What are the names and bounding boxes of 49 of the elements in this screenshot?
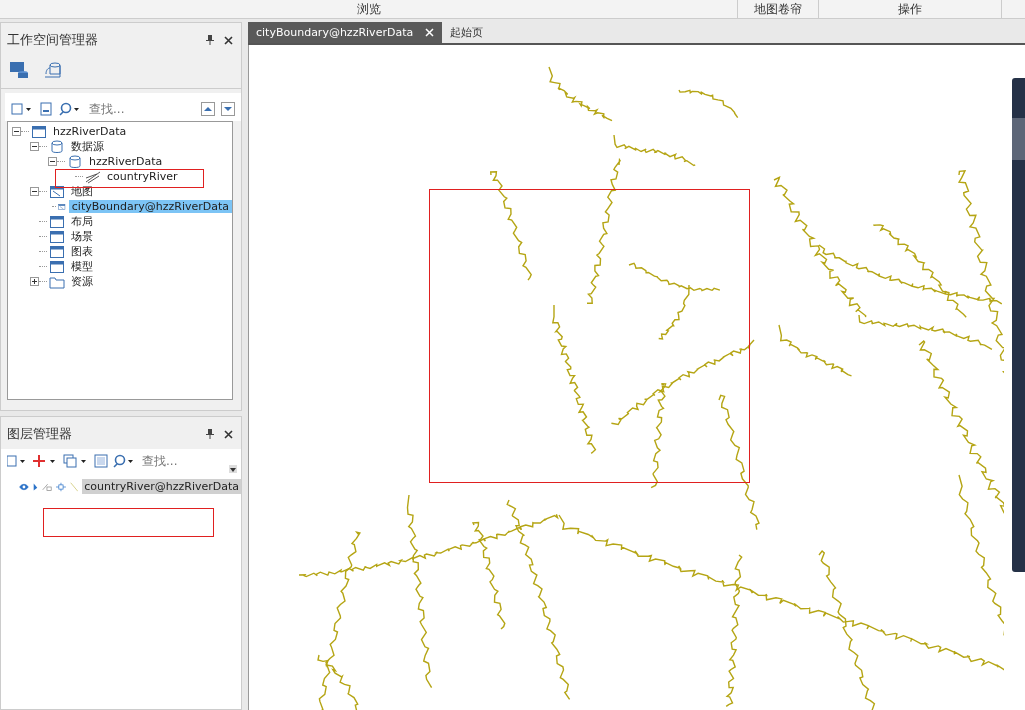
ribbon-group-label: 浏览 [0, 0, 738, 18]
pin-icon[interactable] [206, 429, 214, 439]
add-icon[interactable] [32, 454, 58, 468]
tree-item[interactable]: cityBoundary@hzzRiverData [68, 200, 232, 213]
ribbon-group-label: 地图卷帘 [738, 0, 819, 18]
window-icon [49, 229, 65, 244]
move-down-icon[interactable] [221, 102, 235, 116]
database-tab-icon[interactable] [43, 61, 63, 79]
line-dataset-icon [85, 169, 101, 184]
window-icon [31, 124, 47, 139]
search-icon[interactable] [113, 454, 135, 468]
scroll-down-icon[interactable] [229, 465, 237, 473]
layer-item[interactable]: countryRiver@hzzRiverData [82, 479, 241, 494]
panel-title: 工作空间管理器 [7, 31, 98, 49]
panel-title: 图层管理器 [7, 425, 72, 443]
tree-item[interactable]: 模型 [68, 259, 96, 274]
tree-item[interactable]: countryRiver [104, 170, 181, 183]
document-tab[interactable]: 起始页 [442, 22, 492, 43]
tree-item[interactable]: 资源 [68, 274, 96, 289]
tree-item[interactable]: 图表 [68, 244, 96, 259]
close-icon[interactable] [224, 35, 233, 45]
database-icon [49, 139, 65, 154]
tree-item[interactable]: 布局 [68, 214, 96, 229]
layers-icon[interactable] [63, 454, 89, 468]
expander-icon[interactable] [12, 127, 21, 136]
expander-icon[interactable] [30, 187, 39, 196]
expander-icon[interactable] [30, 277, 39, 286]
document-icon[interactable] [39, 102, 53, 116]
window-icon [49, 259, 65, 274]
document-tab[interactable]: cityBoundary@hzzRiverData [248, 22, 443, 43]
pin-icon[interactable] [206, 35, 214, 45]
search-icon[interactable] [59, 102, 81, 116]
move-up-icon[interactable] [201, 102, 215, 116]
workspace-tab-icon[interactable] [9, 61, 29, 79]
view-icon[interactable] [11, 102, 33, 116]
folder-icon [49, 274, 65, 289]
tree-item[interactable]: hzzRiverData [86, 155, 166, 168]
ribbon-group-label: 操作 [819, 0, 1002, 18]
window-icon [49, 244, 65, 259]
expander-icon[interactable] [48, 157, 57, 166]
eye-icon[interactable] [19, 481, 29, 492]
scroll-thumb[interactable] [1012, 118, 1025, 160]
close-icon[interactable] [224, 429, 233, 439]
database-icon [67, 154, 83, 169]
tree-item[interactable]: 数据源 [68, 139, 107, 154]
tree-item[interactable]: 场景 [68, 229, 96, 244]
tree-item[interactable]: hzzRiverData [50, 125, 130, 138]
expander-icon[interactable] [30, 142, 39, 151]
new-layer-icon[interactable] [7, 454, 27, 468]
